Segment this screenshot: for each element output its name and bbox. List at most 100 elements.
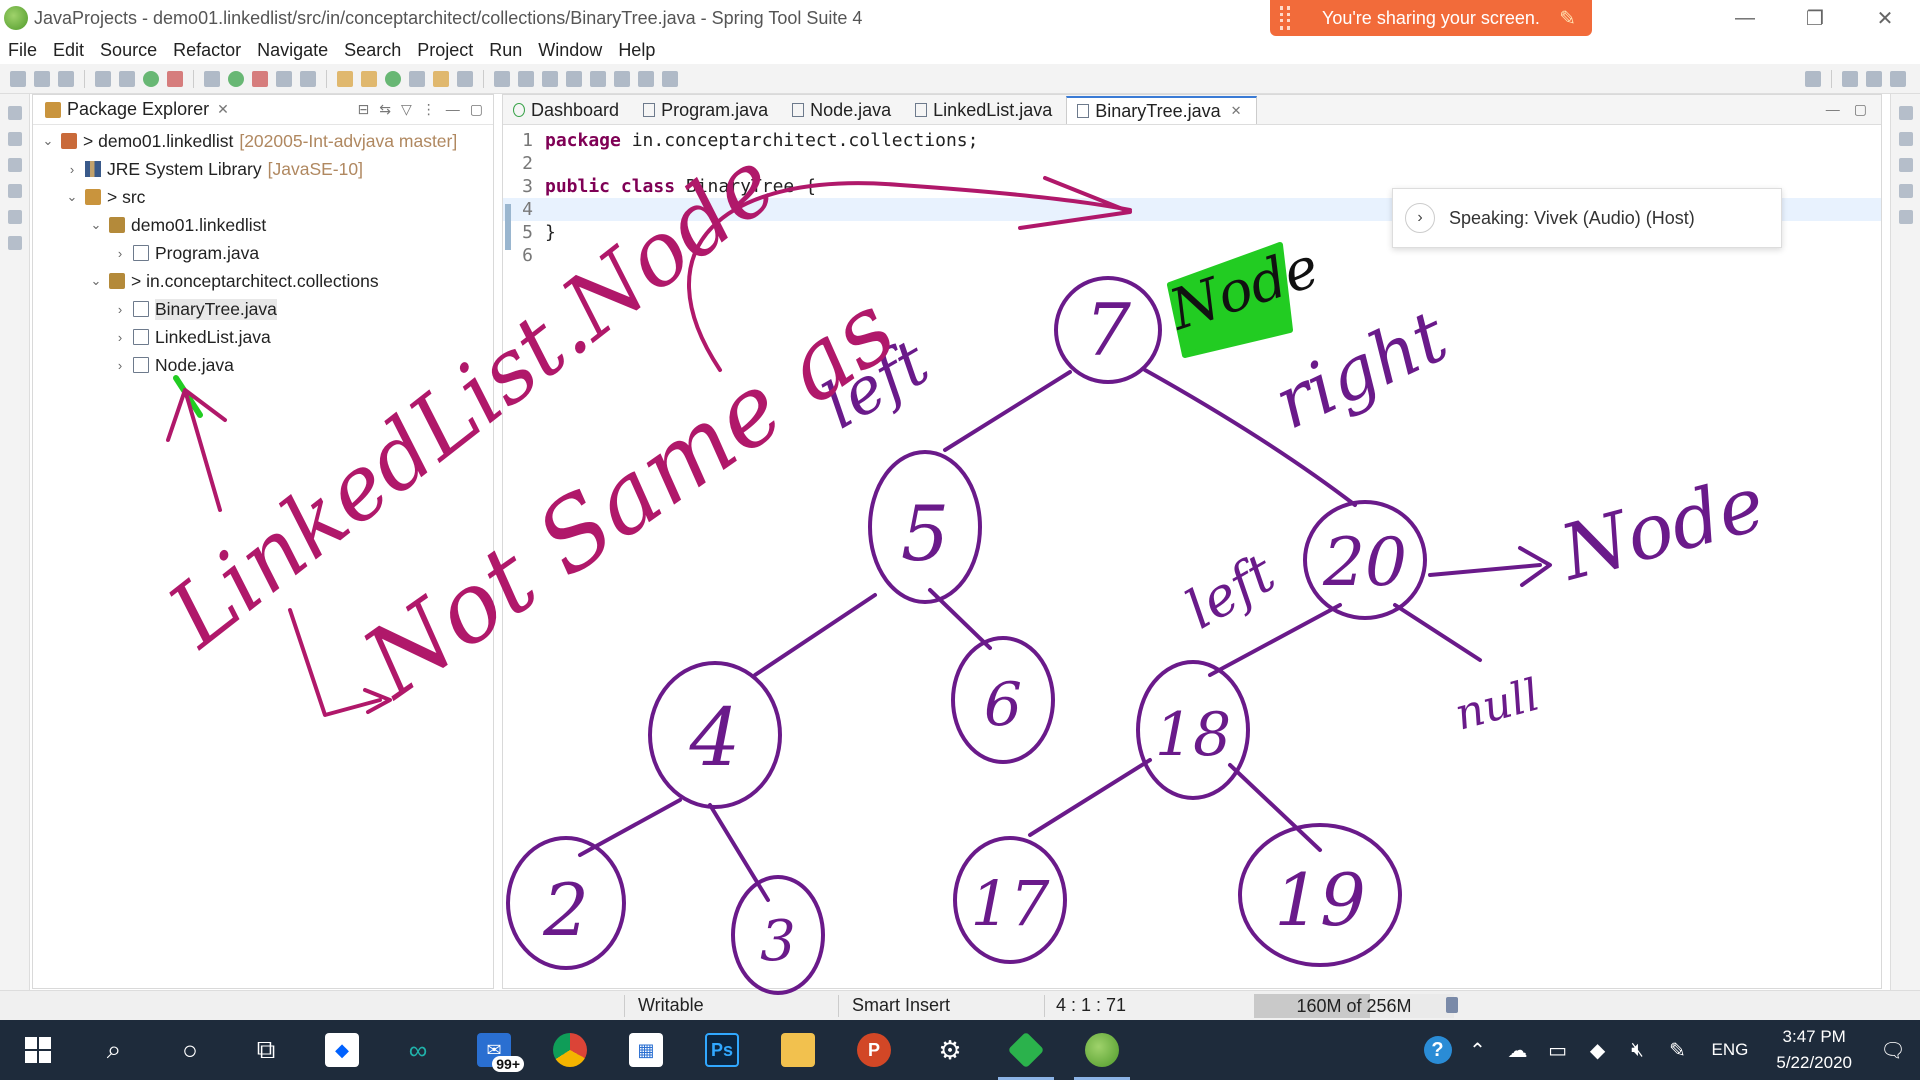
tree-item-jre-library[interactable]: › JRE System Library [JavaSE-10] <box>33 155 493 183</box>
search-icon[interactable] <box>457 70 473 87</box>
new-icon[interactable] <box>10 70 26 87</box>
taskbar-settings[interactable]: ⚙ <box>912 1020 988 1080</box>
tree-item-package-demo01[interactable]: ⌄ demo01.linkedlist <box>33 211 493 239</box>
quick-access-search-icon[interactable] <box>1805 70 1821 87</box>
chevron-up-icon[interactable]: ⌃ <box>1458 1020 1498 1080</box>
stop-icon[interactable] <box>276 70 292 87</box>
tree-item-node-java[interactable]: › Node.java <box>33 351 493 379</box>
clock[interactable]: 3:47 PM 5/22/2020 <box>1762 1024 1866 1076</box>
tab-dashboard[interactable]: Dashboard <box>503 96 633 124</box>
relaunch-icon[interactable] <box>167 70 183 87</box>
search-button[interactable]: ⌕ <box>76 1020 152 1080</box>
battery-icon[interactable]: ▭ <box>1538 1020 1578 1080</box>
minimize-button[interactable]: — <box>1710 0 1780 36</box>
chevron-down-icon[interactable]: ⌄ <box>39 133 57 149</box>
skip-breakpoints-icon[interactable] <box>119 70 135 87</box>
back-icon[interactable] <box>614 70 630 87</box>
menu-search[interactable]: Search <box>336 40 409 61</box>
chevron-down-icon[interactable]: ⌄ <box>87 273 105 289</box>
volume-muted-icon[interactable]: 🔇︎ <box>1618 1020 1658 1080</box>
insert-mode-status[interactable]: Smart Insert <box>852 995 950 1016</box>
save-all-icon[interactable] <box>58 70 74 87</box>
collapse-all-icon[interactable]: ⊟ <box>358 101 370 118</box>
restore-button[interactable]: ❐ <box>1780 0 1850 36</box>
taskbar-mail[interactable]: ✉ 99+ <box>456 1020 532 1080</box>
menu-refactor[interactable]: Refactor <box>165 40 249 61</box>
menu-window[interactable]: Window <box>530 40 610 61</box>
tab-node-java[interactable]: Node.java <box>782 96 905 124</box>
link-with-editor-icon[interactable]: ⇆ <box>379 101 391 118</box>
tree-item-linkedlist-java[interactable]: › LinkedList.java <box>33 323 493 351</box>
toggle-block-selection-icon[interactable] <box>518 70 534 87</box>
taskbar-photoshop[interactable]: Ps <box>684 1020 760 1080</box>
menu-edit[interactable]: Edit <box>45 40 92 61</box>
new-class-icon[interactable] <box>385 70 401 87</box>
chevron-down-icon[interactable]: ⌄ <box>63 189 81 205</box>
close-icon[interactable]: ✕ <box>217 101 229 118</box>
java-perspective-icon[interactable] <box>1890 70 1906 87</box>
start-button[interactable] <box>0 1020 76 1080</box>
menu-source[interactable]: Source <box>92 40 165 61</box>
tree-item-package-collections[interactable]: ⌄ > in.conceptarchitect.collections <box>33 267 493 295</box>
boot-dashboard-icon[interactable] <box>7 132 22 146</box>
spring-boot-dashboard-icon[interactable] <box>143 70 159 87</box>
action-center-icon[interactable]: 🗨︎ <box>1866 1020 1920 1080</box>
restore-view-icon[interactable] <box>7 106 22 120</box>
taskbar-powerpoint[interactable]: P <box>836 1020 912 1080</box>
debug-icon[interactable] <box>204 70 220 87</box>
chevron-right-icon[interactable]: › <box>111 358 129 373</box>
menu-project[interactable]: Project <box>409 40 481 61</box>
view-menu-icon[interactable]: ⋮ <box>422 101 436 118</box>
new-java-project-icon[interactable] <box>337 70 353 87</box>
terminal-icon[interactable] <box>95 70 111 87</box>
show-whitespace-icon[interactable] <box>542 70 558 87</box>
tips-icon[interactable] <box>1898 210 1913 224</box>
pen-icon[interactable]: ✎ <box>1658 1020 1698 1080</box>
onedrive-icon[interactable]: ☁ <box>1498 1020 1538 1080</box>
minimize-editor-icon[interactable]: — <box>1826 101 1840 118</box>
menu-navigate[interactable]: Navigate <box>249 40 336 61</box>
minimize-view-icon[interactable]: — <box>446 101 460 118</box>
taskbar-store[interactable]: ▦ <box>608 1020 684 1080</box>
new-package-icon[interactable] <box>361 70 377 87</box>
taskbar-chrome[interactable] <box>532 1020 608 1080</box>
close-button[interactable]: ✕ <box>1850 0 1920 36</box>
screen-share-banner[interactable]: You're sharing your screen. ✎ <box>1270 0 1592 36</box>
restore-view-icon[interactable] <box>1898 106 1913 120</box>
outline-icon[interactable] <box>1898 132 1913 146</box>
cursor-position-status[interactable]: 4 : 1 : 71 <box>1056 995 1126 1016</box>
tab-package-explorer[interactable]: Package Explorer ✕ <box>33 95 237 125</box>
tree-item-program-java[interactable]: › Program.java <box>33 239 493 267</box>
chevron-right-icon[interactable]: › <box>111 330 129 345</box>
chevron-right-icon[interactable]: › <box>1405 203 1435 233</box>
task-list-icon[interactable] <box>1898 158 1913 172</box>
open-type-icon[interactable] <box>409 70 425 87</box>
save-icon[interactable] <box>34 70 50 87</box>
chevron-right-icon[interactable]: › <box>111 302 129 317</box>
taskbar-spring-tool-suite[interactable] <box>1064 1020 1140 1080</box>
tab-binarytree-java[interactable]: BinaryTree.java ✕ <box>1066 96 1257 124</box>
properties-icon[interactable] <box>7 236 22 250</box>
minimized-view-icon[interactable] <box>7 158 22 172</box>
menu-file[interactable]: File <box>0 40 45 61</box>
cortana-button[interactable]: ○ <box>152 1020 228 1080</box>
taskbar-file-explorer[interactable] <box>760 1020 836 1080</box>
maximize-view-icon[interactable]: ▢ <box>470 101 483 118</box>
open-perspective-icon[interactable] <box>1842 70 1858 87</box>
java-ee-perspective-icon[interactable] <box>1866 70 1882 87</box>
taskbar-arduino[interactable]: ∞ <box>380 1020 456 1080</box>
input-language[interactable]: ENG <box>1698 1040 1763 1060</box>
pin-editor-icon[interactable] <box>662 70 678 87</box>
servers-icon[interactable] <box>7 184 22 198</box>
toggle-mark-occurrences-icon[interactable] <box>494 70 510 87</box>
menu-help[interactable]: Help <box>610 40 663 61</box>
taskbar-feedly[interactable] <box>988 1020 1064 1080</box>
task-view-button[interactable]: ⧉ <box>228 1020 304 1080</box>
menu-run[interactable]: Run <box>481 40 530 61</box>
stop-sharing-icon[interactable]: ✎ <box>1559 6 1576 31</box>
close-icon[interactable]: ✕ <box>1231 103 1242 119</box>
tree-item-src[interactable]: ⌄ > src <box>33 183 493 211</box>
taskbar-dropbox[interactable]: ◆ <box>304 1020 380 1080</box>
maximize-editor-icon[interactable]: ▢ <box>1854 101 1867 118</box>
dropbox-tray-icon[interactable]: ◆ <box>1578 1020 1618 1080</box>
